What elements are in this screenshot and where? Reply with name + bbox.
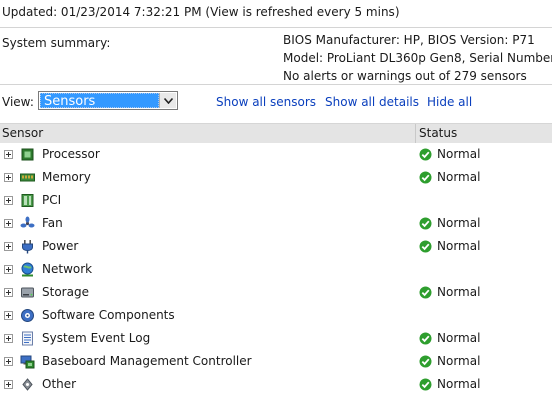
table-row[interactable]: Memory Normal	[0, 166, 552, 189]
expand-icon[interactable]	[4, 311, 13, 320]
alerts-summary: No alerts or warnings out of 279 sensors	[283, 69, 527, 83]
status-label: Normal	[437, 216, 481, 230]
sensor-name: System Event Log	[42, 331, 151, 345]
divider	[0, 27, 552, 28]
check-icon	[419, 217, 432, 230]
status-label: Normal	[437, 170, 481, 184]
view-label: View:	[2, 95, 34, 109]
expand-icon[interactable]	[4, 173, 13, 182]
sensor-name: PCI	[42, 193, 62, 207]
expand-icon[interactable]	[4, 380, 13, 389]
status-label: Normal	[437, 239, 481, 253]
status-label: Normal	[437, 377, 481, 391]
bios-info: BIOS Manufacturer: HP, BIOS Version: P71	[283, 33, 535, 47]
view-select[interactable]: Sensors	[38, 91, 178, 110]
column-divider	[415, 124, 416, 143]
sensor-name: Other	[42, 377, 77, 391]
processor-icon	[20, 147, 35, 162]
expand-icon[interactable]	[4, 265, 13, 274]
table-row[interactable]: Storage Normal	[0, 281, 552, 304]
check-icon	[419, 286, 432, 299]
table-row[interactable]: PCI	[0, 189, 552, 212]
expand-icon[interactable]	[4, 357, 13, 366]
column-header-status[interactable]: Status	[419, 124, 457, 143]
status-label: Normal	[437, 331, 481, 345]
table-row[interactable]: Fan Normal	[0, 212, 552, 235]
system-summary-label: System summary:	[2, 36, 111, 50]
last-updated-text: Updated: 01/23/2014 7:32:21 PM (View is …	[2, 5, 400, 19]
sensor-name: Storage	[42, 285, 89, 299]
sensor-name: Memory	[42, 170, 91, 184]
chevron-down-icon[interactable]	[159, 93, 176, 108]
expand-icon[interactable]	[4, 334, 13, 343]
table-header: Sensor Status	[0, 123, 552, 143]
table-row[interactable]: System Event Log Normal	[0, 327, 552, 350]
check-icon	[419, 240, 432, 253]
expand-icon[interactable]	[4, 196, 13, 205]
memory-icon	[20, 170, 35, 185]
sensor-name: Network	[42, 262, 93, 276]
fan-icon	[20, 216, 35, 231]
table-row[interactable]: Baseboard Management Controller Normal	[0, 350, 552, 373]
table-row[interactable]: Software Components	[0, 304, 552, 327]
table-row[interactable]: Power Normal	[0, 235, 552, 258]
software-icon	[20, 308, 35, 323]
pci-icon	[20, 193, 35, 208]
check-icon	[419, 148, 432, 161]
check-icon	[419, 332, 432, 345]
check-icon	[419, 378, 432, 391]
sensor-name: Processor	[42, 147, 100, 161]
check-icon	[419, 355, 432, 368]
storage-icon	[20, 285, 35, 300]
model-info: Model: ProLiant DL360p Gen8, Serial Numb…	[283, 51, 552, 65]
divider	[0, 84, 552, 85]
sensor-name: Power	[42, 239, 79, 253]
check-icon	[419, 171, 432, 184]
sensor-name: Software Components	[42, 308, 175, 322]
expand-icon[interactable]	[4, 242, 13, 251]
event-log-icon	[20, 331, 35, 346]
expand-icon[interactable]	[4, 288, 13, 297]
table-row[interactable]: Network	[0, 258, 552, 281]
sensor-name: Fan	[42, 216, 63, 230]
bmc-icon	[20, 354, 35, 369]
system-summary: BIOS Manufacturer: HP, BIOS Version: P71…	[283, 31, 552, 85]
status-label: Normal	[437, 354, 481, 368]
show-all-sensors-link[interactable]: Show all sensors	[216, 93, 316, 111]
power-icon	[20, 239, 35, 254]
expand-icon[interactable]	[4, 150, 13, 159]
show-all-details-link[interactable]: Show all details	[325, 93, 419, 111]
status-label: Normal	[437, 285, 481, 299]
sensor-name: Baseboard Management Controller	[42, 354, 252, 368]
status-label: Normal	[437, 147, 481, 161]
hide-all-link[interactable]: Hide all	[427, 93, 472, 111]
table-row[interactable]: Other Normal	[0, 373, 552, 396]
other-icon	[20, 377, 35, 392]
column-header-sensor[interactable]: Sensor	[2, 124, 43, 143]
table-row[interactable]: Processor Normal	[0, 143, 552, 166]
view-select-value[interactable]: Sensors	[40, 93, 159, 109]
network-icon	[20, 262, 35, 277]
expand-icon[interactable]	[4, 219, 13, 228]
